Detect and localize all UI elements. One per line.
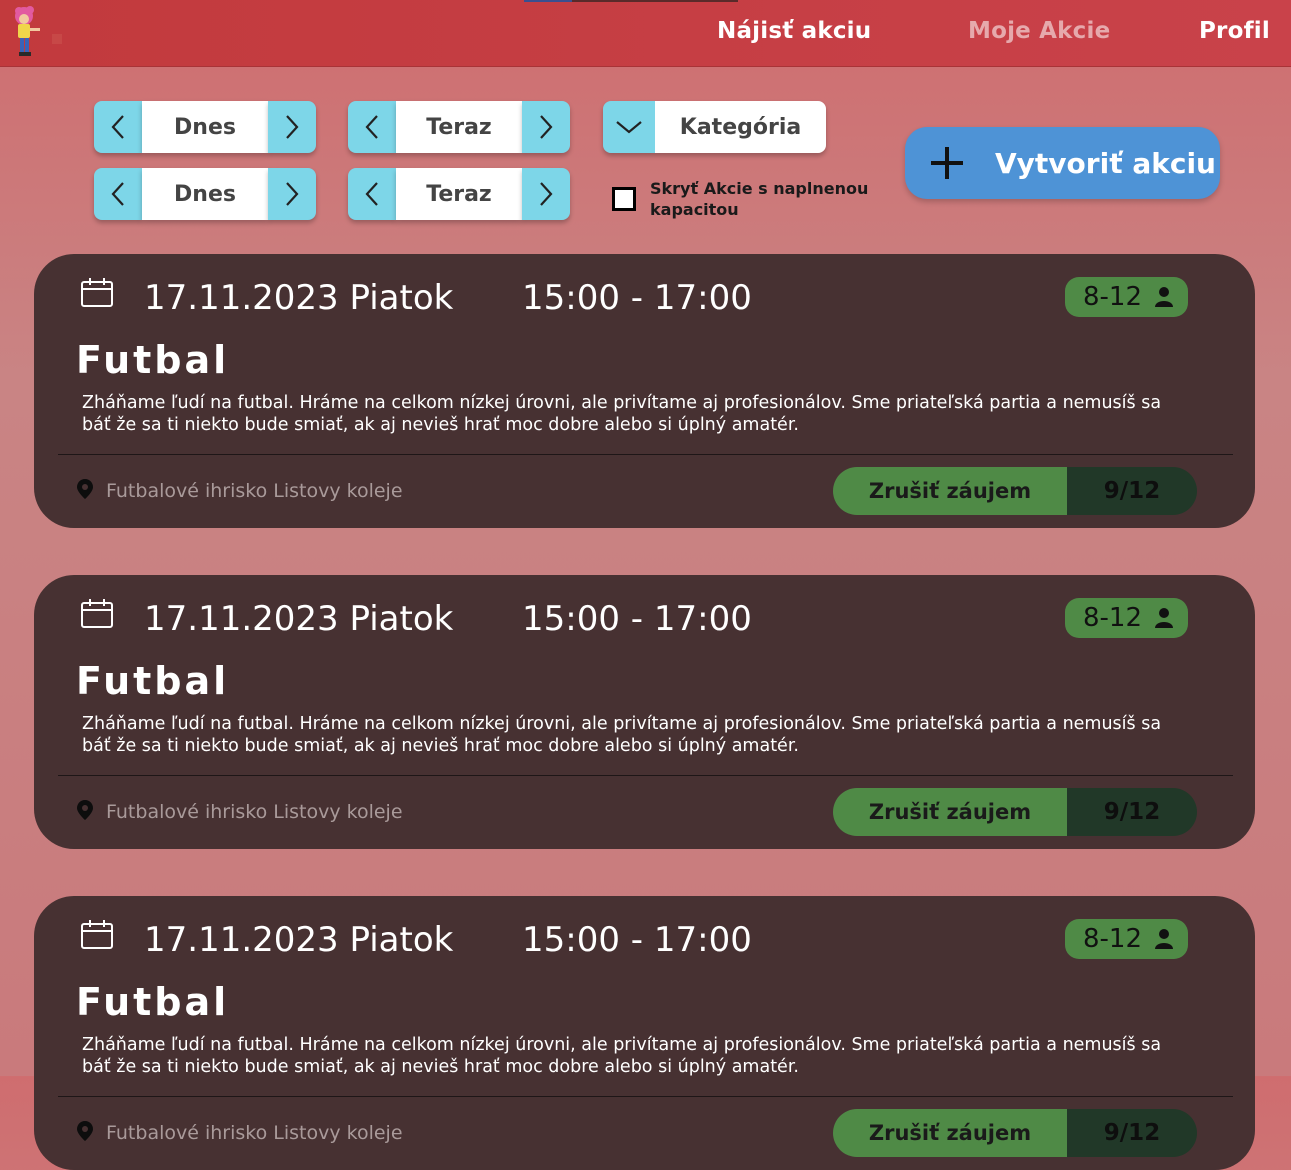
event-date: 17.11.2023 Piatok xyxy=(144,920,454,960)
calendar-icon xyxy=(81,920,113,949)
capacity-badge: 8-12 xyxy=(1065,598,1188,638)
time-to-value[interactable]: Teraz xyxy=(396,168,522,220)
time-to-next-button[interactable] xyxy=(522,168,570,220)
event-date: 17.11.2023 Piatok xyxy=(144,278,454,318)
capacity-badge: 8-12 xyxy=(1065,277,1188,317)
person-icon xyxy=(1155,287,1173,307)
chevron-left-icon xyxy=(365,115,378,139)
card-divider xyxy=(58,775,1233,776)
date-to-value[interactable]: Dnes xyxy=(142,168,268,220)
date-from-prev-button[interactable] xyxy=(94,101,142,153)
location-pin-icon xyxy=(77,1121,93,1141)
card-divider xyxy=(58,1096,1233,1097)
chevron-right-icon xyxy=(286,182,299,206)
interest-control: Zrušiť záujem 9/12 xyxy=(833,1109,1197,1157)
chevron-right-icon xyxy=(540,115,553,139)
capacity-range: 8-12 xyxy=(1083,603,1143,633)
event-time: 15:00 - 17:00 xyxy=(522,599,752,639)
category-toggle[interactable] xyxy=(603,101,655,153)
event-title: Futbal xyxy=(76,980,230,1024)
nav-profile[interactable]: Profil xyxy=(1199,18,1270,44)
time-from-stepper: Teraz xyxy=(348,101,570,153)
event-title: Futbal xyxy=(76,659,230,703)
create-event-label: Vytvoriť akciu xyxy=(995,146,1216,180)
event-time: 15:00 - 17:00 xyxy=(522,920,752,960)
category-value[interactable]: Kategória xyxy=(655,101,826,153)
time-to-prev-button[interactable] xyxy=(348,168,396,220)
time-from-value[interactable]: Teraz xyxy=(396,101,522,153)
event-location: Futbalové ihrisko Listovy koleje xyxy=(106,480,403,502)
cancel-interest-button[interactable]: Zrušiť záujem xyxy=(833,467,1067,515)
nav-my-events[interactable]: Moje Akcie xyxy=(968,18,1110,44)
top-navigation-bar: Nájisť akciu Moje Akcie Profil xyxy=(0,0,1291,67)
hide-full-checkbox[interactable] xyxy=(612,187,636,211)
capacity-range: 8-12 xyxy=(1083,282,1143,312)
location-pin-icon xyxy=(77,800,93,820)
chevron-left-icon xyxy=(111,182,124,206)
nav-find-event[interactable]: Nájisť akciu xyxy=(717,18,871,44)
chevron-left-icon xyxy=(111,115,124,139)
event-title: Futbal xyxy=(76,338,230,382)
capacity-badge: 8-12 xyxy=(1065,919,1188,959)
date-to-prev-button[interactable] xyxy=(94,168,142,220)
cancel-interest-button[interactable]: Zrušiť záujem xyxy=(833,788,1067,836)
interest-control: Zrušiť záujem 9/12 xyxy=(833,467,1197,515)
event-location: Futbalové ihrisko Listovy koleje xyxy=(106,801,403,823)
hide-full-label[interactable]: Skryť Akcie s naplnenou kapacitou xyxy=(650,178,880,220)
chevron-right-icon xyxy=(286,115,299,139)
capacity-range: 8-12 xyxy=(1083,924,1143,954)
event-description: Zháňame ľudí na futbal. Hráme na celkom … xyxy=(82,714,1162,756)
event-date: 17.11.2023 Piatok xyxy=(144,599,454,639)
category-dropdown[interactable]: Kategória xyxy=(603,101,826,153)
event-description: Zháňame ľudí na futbal. Hráme na celkom … xyxy=(82,393,1162,435)
event-description: Zháňame ľudí na futbal. Hráme na celkom … xyxy=(82,1035,1162,1077)
participant-count: 9/12 xyxy=(1067,1109,1197,1157)
date-to-next-button[interactable] xyxy=(268,168,316,220)
time-to-stepper: Teraz xyxy=(348,168,570,220)
chevron-right-icon xyxy=(540,182,553,206)
event-card: 17.11.2023 Piatok 15:00 - 17:00 8-12 Fut… xyxy=(34,896,1255,1170)
cancel-interest-button[interactable]: Zrušiť záujem xyxy=(833,1109,1067,1157)
create-event-button[interactable]: Vytvoriť akciu xyxy=(905,127,1220,199)
interest-control: Zrušiť záujem 9/12 xyxy=(833,788,1197,836)
participant-count: 9/12 xyxy=(1067,467,1197,515)
date-to-stepper: Dnes xyxy=(94,168,316,220)
event-time: 15:00 - 17:00 xyxy=(522,278,752,318)
time-from-next-button[interactable] xyxy=(522,101,570,153)
participant-count: 9/12 xyxy=(1067,788,1197,836)
person-icon xyxy=(1155,929,1173,949)
event-card: 17.11.2023 Piatok 15:00 - 17:00 8-12 Fut… xyxy=(34,254,1255,528)
date-from-next-button[interactable] xyxy=(268,101,316,153)
date-from-value[interactable]: Dnes xyxy=(142,101,268,153)
chevron-left-icon xyxy=(365,182,378,206)
plus-icon xyxy=(931,147,963,179)
time-from-prev-button[interactable] xyxy=(348,101,396,153)
loading-indicator-track xyxy=(572,0,738,2)
calendar-icon xyxy=(81,599,113,628)
calendar-icon xyxy=(81,278,113,307)
card-divider xyxy=(58,454,1233,455)
event-location: Futbalové ihrisko Listovy koleje xyxy=(106,1122,403,1144)
location-pin-icon xyxy=(77,479,93,499)
person-icon xyxy=(1155,608,1173,628)
date-from-stepper: Dnes xyxy=(94,101,316,153)
chevron-down-icon xyxy=(616,121,642,134)
app-logo[interactable] xyxy=(10,4,68,60)
event-card: 17.11.2023 Piatok 15:00 - 17:00 8-12 Fut… xyxy=(34,575,1255,849)
loading-indicator xyxy=(524,0,572,2)
